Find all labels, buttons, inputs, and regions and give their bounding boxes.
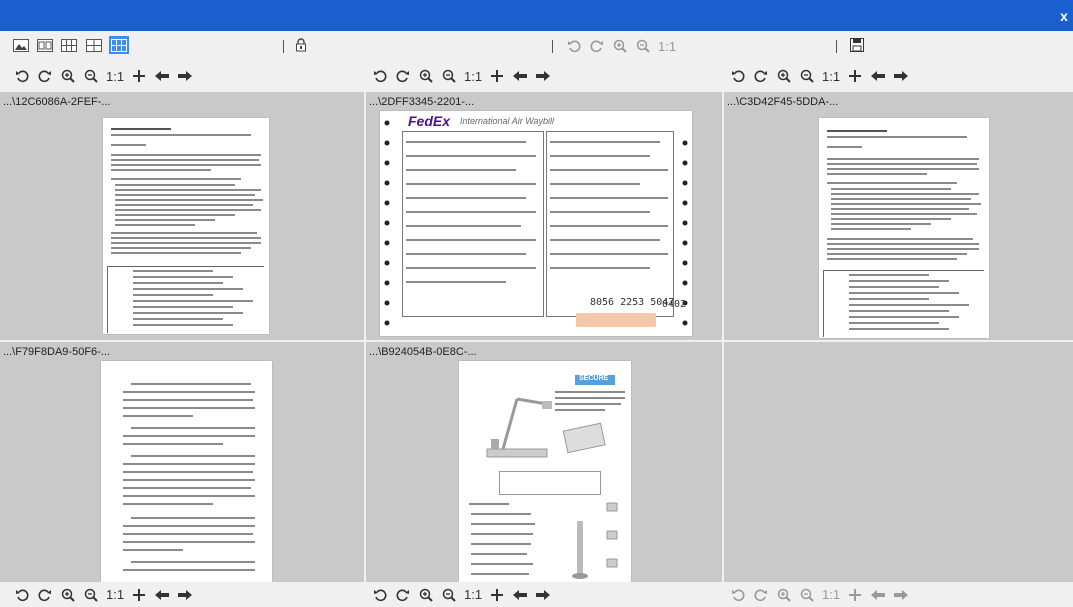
- fit-icon[interactable]: [131, 586, 147, 604]
- panel-4-controls: 1:1: [14, 582, 193, 607]
- document-thumbnail: FedEx International Air Waybill 8056 225…: [380, 111, 692, 336]
- next-arrow-icon[interactable]: [893, 586, 909, 604]
- rotate-right-icon[interactable]: [395, 586, 411, 604]
- image-panel-4[interactable]: ...\F79F8DA9-50F6-...: [0, 342, 364, 582]
- zoom-in-icon[interactable]: [776, 67, 792, 85]
- rotate-left-icon[interactable]: [730, 67, 746, 85]
- form-subtitle: International Air Waybill: [460, 116, 555, 126]
- previous-arrow-icon[interactable]: [870, 586, 886, 604]
- zoom-in-icon[interactable]: [60, 586, 76, 604]
- file-path-label: ...\F79F8DA9-50F6-...: [3, 346, 110, 358]
- global-view-controls: 1:1: [566, 31, 676, 61]
- image-panel-3[interactable]: ...\C3D42F45-5DDA-...: [724, 92, 1073, 340]
- zoom-in-icon[interactable]: [418, 586, 434, 604]
- rotate-right-icon[interactable]: [589, 37, 605, 55]
- next-arrow-icon[interactable]: [535, 586, 551, 604]
- rotate-left-icon[interactable]: [730, 586, 746, 604]
- zoom-in-icon[interactable]: [60, 67, 76, 85]
- zoom-reset-button[interactable]: 1:1: [464, 67, 482, 85]
- image-panel-1[interactable]: ...\12C6086A-2FEF-...: [0, 92, 364, 340]
- previous-arrow-icon[interactable]: [154, 586, 170, 604]
- zoom-reset-button[interactable]: 1:1: [464, 586, 482, 604]
- document-thumbnail: [819, 118, 989, 338]
- panel-6-controls: 1:1: [730, 582, 909, 607]
- file-path-label: ...\B924054B-0E8C-...: [369, 346, 477, 358]
- toolbar-separator: [836, 40, 837, 53]
- sprocket-holes-left: [380, 111, 394, 336]
- close-button[interactable]: x: [1057, 8, 1071, 24]
- zoom-in-icon[interactable]: [776, 586, 792, 604]
- rotate-left-icon[interactable]: [566, 37, 582, 55]
- rotate-left-icon[interactable]: [372, 586, 388, 604]
- title-bar: x: [0, 0, 1073, 31]
- zoom-in-icon[interactable]: [418, 67, 434, 85]
- previous-arrow-icon[interactable]: [870, 67, 886, 85]
- zoom-reset-button[interactable]: 1:1: [658, 37, 676, 55]
- zoom-reset-button[interactable]: 1:1: [106, 586, 124, 604]
- zoom-out-icon[interactable]: [83, 586, 99, 604]
- file-path-label: ...\2DFF3345-2201-...: [369, 96, 475, 108]
- zoom-out-icon[interactable]: [635, 37, 651, 55]
- rotate-right-icon[interactable]: [37, 67, 53, 85]
- fedex-logo: FedEx: [408, 113, 451, 129]
- rotate-left-icon[interactable]: [372, 67, 388, 85]
- document-thumbnail: SECURE: [459, 361, 631, 582]
- zoom-out-icon[interactable]: [799, 67, 815, 85]
- panel-2-controls: 1:1: [372, 61, 551, 91]
- zoom-reset-button[interactable]: 1:1: [822, 67, 840, 85]
- zoom-reset-button[interactable]: 1:1: [106, 67, 124, 85]
- image-panel-6[interactable]: [724, 342, 1073, 582]
- fit-icon[interactable]: [131, 67, 147, 85]
- zoom-reset-button[interactable]: 1:1: [822, 586, 840, 604]
- document-thumbnail: [101, 361, 272, 582]
- product-badge: SECURE: [579, 375, 609, 382]
- single-view-icon[interactable]: [12, 37, 30, 53]
- form-number: 0402: [662, 299, 687, 310]
- panel-1-controls: 1:1: [14, 61, 193, 91]
- toolbar-separator: [552, 40, 553, 53]
- rotate-left-icon[interactable]: [14, 586, 30, 604]
- three-view-icon[interactable]: [60, 37, 78, 53]
- next-arrow-icon[interactable]: [893, 67, 909, 85]
- rotate-right-icon[interactable]: [753, 67, 769, 85]
- six-view-icon[interactable]: [109, 36, 129, 54]
- zoom-out-icon[interactable]: [441, 67, 457, 85]
- fit-icon[interactable]: [847, 67, 863, 85]
- rotate-left-icon[interactable]: [14, 67, 30, 85]
- panel-3-controls: 1:1: [730, 61, 909, 91]
- lock-icon[interactable]: [292, 37, 310, 53]
- previous-arrow-icon[interactable]: [154, 67, 170, 85]
- four-view-icon[interactable]: [85, 37, 103, 53]
- rotate-right-icon[interactable]: [37, 586, 53, 604]
- zoom-in-icon[interactable]: [612, 37, 628, 55]
- file-path-label: ...\C3D42F45-5DDA-...: [727, 96, 839, 108]
- file-path-label: ...\12C6086A-2FEF-...: [3, 96, 111, 108]
- image-panel-2[interactable]: ...\2DFF3345-2201-... FedEx Internationa…: [366, 92, 722, 340]
- next-arrow-icon[interactable]: [535, 67, 551, 85]
- image-panel-5[interactable]: ...\B924054B-0E8C-... SECURE: [366, 342, 722, 582]
- rotate-right-icon[interactable]: [395, 67, 411, 85]
- previous-arrow-icon[interactable]: [512, 586, 528, 604]
- zoom-out-icon[interactable]: [441, 586, 457, 604]
- document-thumbnail: [103, 118, 269, 334]
- zoom-out-icon[interactable]: [83, 67, 99, 85]
- zoom-out-icon[interactable]: [799, 586, 815, 604]
- main-toolbar: 1:1: [0, 31, 1073, 61]
- panel-5-controls: 1:1: [372, 582, 551, 607]
- fit-icon[interactable]: [847, 586, 863, 604]
- save-icon[interactable]: [848, 37, 866, 53]
- next-arrow-icon[interactable]: [177, 586, 193, 604]
- fit-icon[interactable]: [489, 586, 505, 604]
- next-arrow-icon[interactable]: [177, 67, 193, 85]
- toolbar-separator: [283, 40, 284, 53]
- two-view-icon[interactable]: [36, 37, 54, 53]
- fit-icon[interactable]: [489, 67, 505, 85]
- previous-arrow-icon[interactable]: [512, 67, 528, 85]
- rotate-right-icon[interactable]: [753, 586, 769, 604]
